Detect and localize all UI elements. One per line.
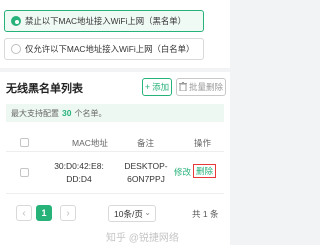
row-checkbox[interactable] [20, 168, 29, 177]
mac-line-1: 30:D0:42:E8: [54, 161, 104, 171]
chevron-left-icon: ‹ [22, 207, 26, 219]
mac-cell: 30:D0:42:E8: DD:D4 [44, 160, 114, 186]
notice-prefix: 最大支持配置 [11, 108, 59, 118]
plus-icon: + [144, 82, 151, 92]
add-button[interactable]: + 添加 [142, 78, 172, 96]
page-size-select[interactable]: 10条/页 ⌄ [108, 205, 156, 222]
note-line-2: 6ON7PPJ [127, 174, 165, 184]
trash-icon [178, 81, 187, 93]
actions-column-header: 操作 [194, 138, 212, 148]
note-cell: DESKTOP- 6ON7PPJ [122, 160, 170, 186]
prev-page-button[interactable]: ‹ [16, 205, 32, 221]
add-button-label: 添加 [152, 82, 170, 92]
mac-line-2: DD:D4 [66, 174, 92, 184]
whitelist-mode-label: 仅允许以下MAC地址接入WiFi上网（白名单） [25, 44, 195, 54]
capacity-notice: 最大支持配置 30 个名单。 [6, 104, 224, 122]
edit-link[interactable]: 修改 [174, 166, 191, 178]
chevron-down-icon: ⌄ [144, 208, 151, 217]
note-line-1: DESKTOP- [124, 161, 168, 171]
watermark: 知乎 @锐捷网络 [106, 233, 179, 244]
header-divider [6, 151, 224, 152]
select-all-checkbox[interactable] [20, 138, 29, 147]
notice-count: 30 [62, 108, 72, 118]
batch-delete-label: 批量删除 [188, 82, 223, 92]
blacklist-mode-label: 禁止以下MAC地址接入WiFi上网（黑名单） [25, 16, 186, 26]
radio-unchecked-icon[interactable] [11, 44, 21, 54]
blacklist-mode-option[interactable]: 禁止以下MAC地址接入WiFi上网（黑名单） [4, 10, 204, 32]
mac-column-header: MAC地址 [72, 138, 108, 148]
note-column-header: 备注 [137, 138, 155, 148]
total-count: 共 1 条 [192, 209, 219, 219]
row-divider [6, 193, 224, 194]
delete-link[interactable]: 删除 [193, 164, 217, 178]
next-page-button[interactable]: › [60, 205, 76, 221]
whitelist-mode-option[interactable]: 仅允许以下MAC地址接入WiFi上网（白名单） [4, 38, 204, 60]
chevron-right-icon: › [66, 207, 70, 219]
page-size-value: 10条/页 [114, 208, 143, 219]
page-1-button[interactable]: 1 [36, 205, 52, 221]
list-title: 无线黑名单列表 [6, 83, 83, 95]
notice-suffix: 个名单。 [74, 108, 107, 118]
batch-delete-button[interactable]: 批量删除 [176, 78, 226, 96]
radio-checked-icon[interactable] [11, 16, 21, 26]
table-header: MAC地址 备注 操作 [6, 134, 224, 152]
